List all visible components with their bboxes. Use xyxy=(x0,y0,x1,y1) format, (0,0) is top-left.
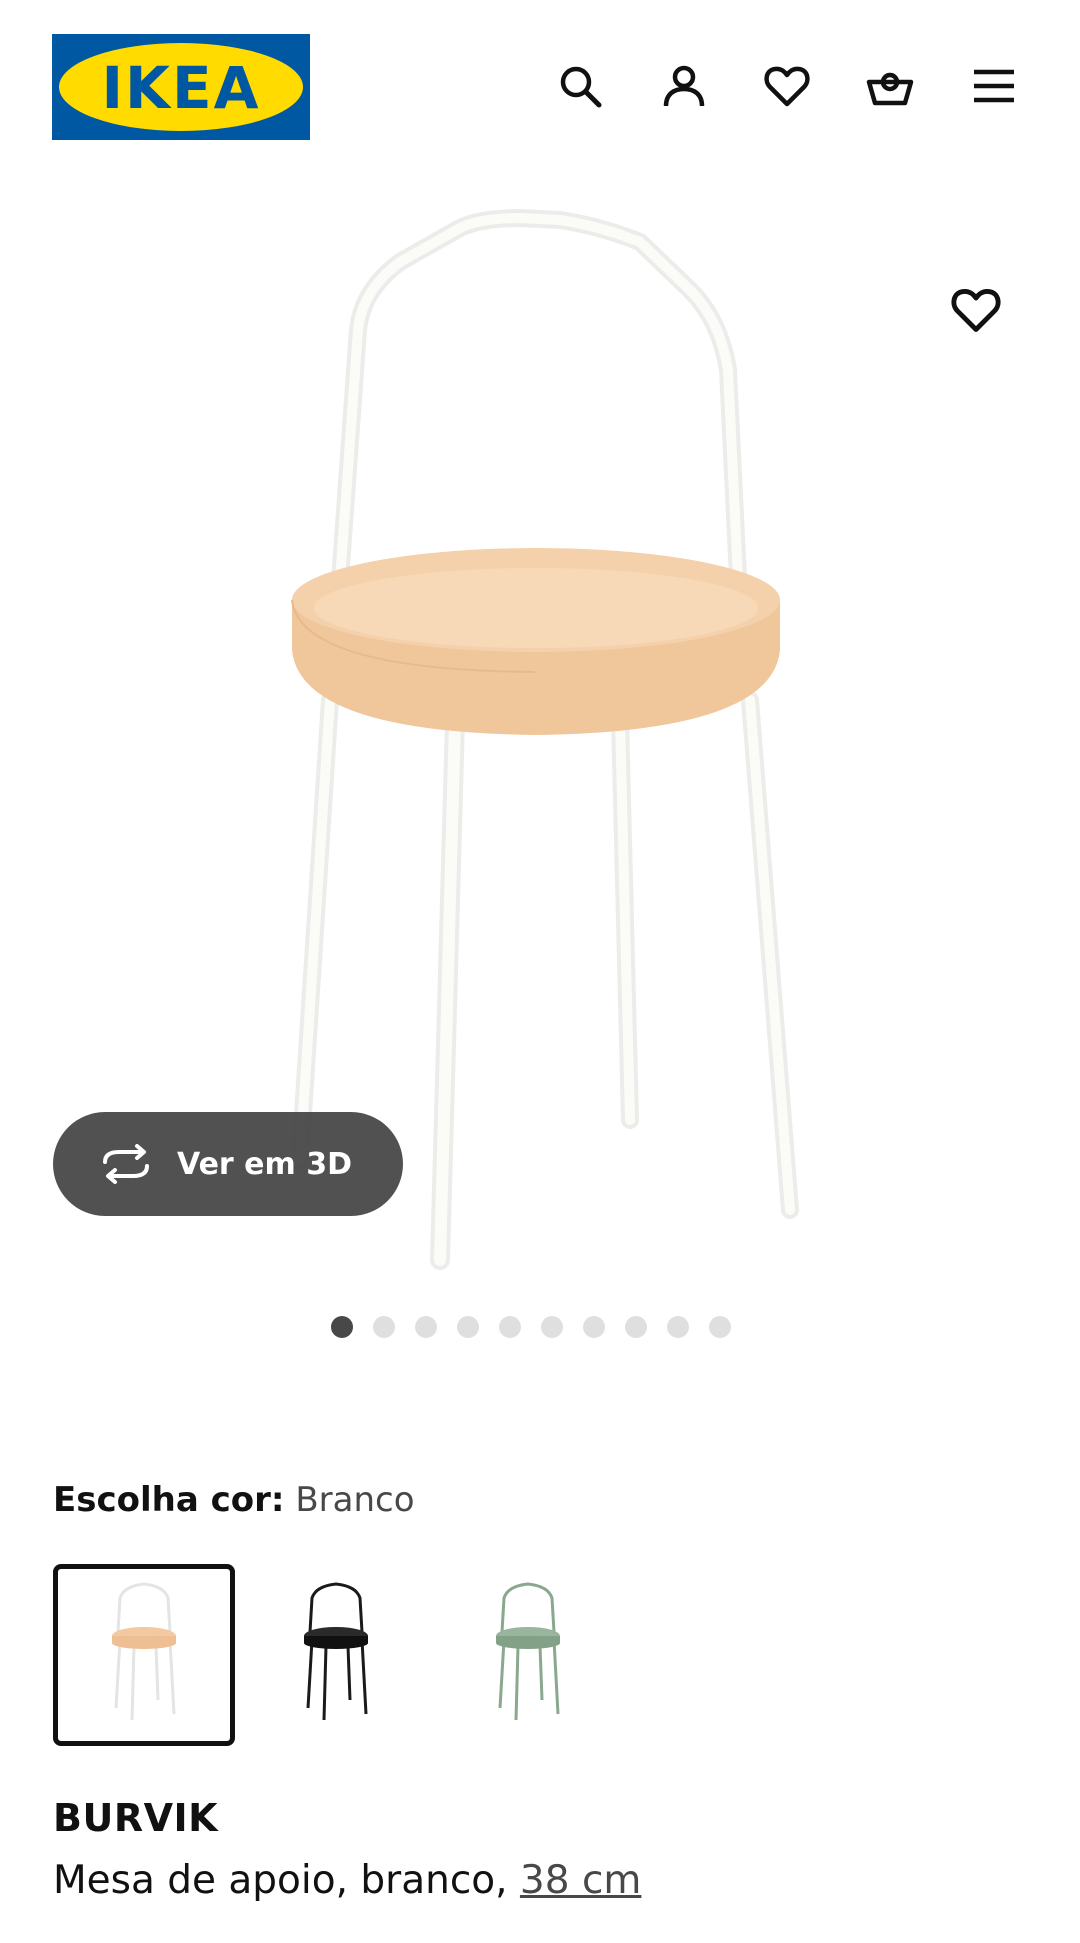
carousel-dot[interactable] xyxy=(331,1316,353,1338)
color-swatch-preto[interactable] xyxy=(245,1564,427,1746)
carousel-dots xyxy=(0,1316,1080,1340)
wishlist-button[interactable] xyxy=(757,56,817,116)
account-button[interactable] xyxy=(654,56,714,116)
product-description: Mesa de apoio, branco, 38 cm xyxy=(53,1858,641,1903)
carousel-dot[interactable] xyxy=(499,1316,521,1338)
rotate-3d-icon xyxy=(103,1144,149,1184)
carousel-dot[interactable] xyxy=(457,1316,479,1338)
color-choice-key: Escolha cor: xyxy=(53,1480,285,1520)
account-icon xyxy=(663,65,705,107)
size-link[interactable]: 38 cm xyxy=(520,1858,641,1903)
view-3d-label: Ver em 3D xyxy=(177,1146,352,1182)
swatch-thumbnail xyxy=(304,1582,368,1721)
favorite-button[interactable] xyxy=(946,280,1006,340)
carousel-dot[interactable] xyxy=(541,1316,563,1338)
color-swatch-branco[interactable] xyxy=(53,1564,235,1746)
menu-icon xyxy=(974,69,1014,103)
carousel-dot[interactable] xyxy=(373,1316,395,1338)
search-icon xyxy=(560,66,602,108)
logo-text: IKEA xyxy=(101,54,260,122)
product-description-text: Mesa de apoio, branco, xyxy=(53,1858,520,1903)
cart-icon xyxy=(866,72,914,106)
cart-button[interactable] xyxy=(860,56,920,116)
carousel-dot[interactable] xyxy=(583,1316,605,1338)
swatch-thumbnail xyxy=(496,1582,560,1721)
product-name: BURVIK xyxy=(53,1796,219,1840)
carousel-dot[interactable] xyxy=(667,1316,689,1338)
heart-icon xyxy=(951,288,1001,332)
menu-button[interactable] xyxy=(964,56,1024,116)
color-choice-value: Branco xyxy=(295,1480,415,1520)
carousel-dot[interactable] xyxy=(625,1316,647,1338)
carousel-dot[interactable] xyxy=(709,1316,731,1338)
heart-icon xyxy=(764,66,810,107)
search-button[interactable] xyxy=(550,56,610,116)
swatch-thumbnail xyxy=(112,1582,176,1721)
ikea-logo[interactable]: IKEA xyxy=(52,34,310,140)
view-3d-button[interactable]: Ver em 3D xyxy=(53,1112,403,1216)
color-swatch-verde[interactable] xyxy=(437,1564,619,1746)
header: IKEA xyxy=(0,0,1080,175)
color-choice-label: Escolha cor: Branco xyxy=(53,1480,415,1520)
carousel-dot[interactable] xyxy=(415,1316,437,1338)
